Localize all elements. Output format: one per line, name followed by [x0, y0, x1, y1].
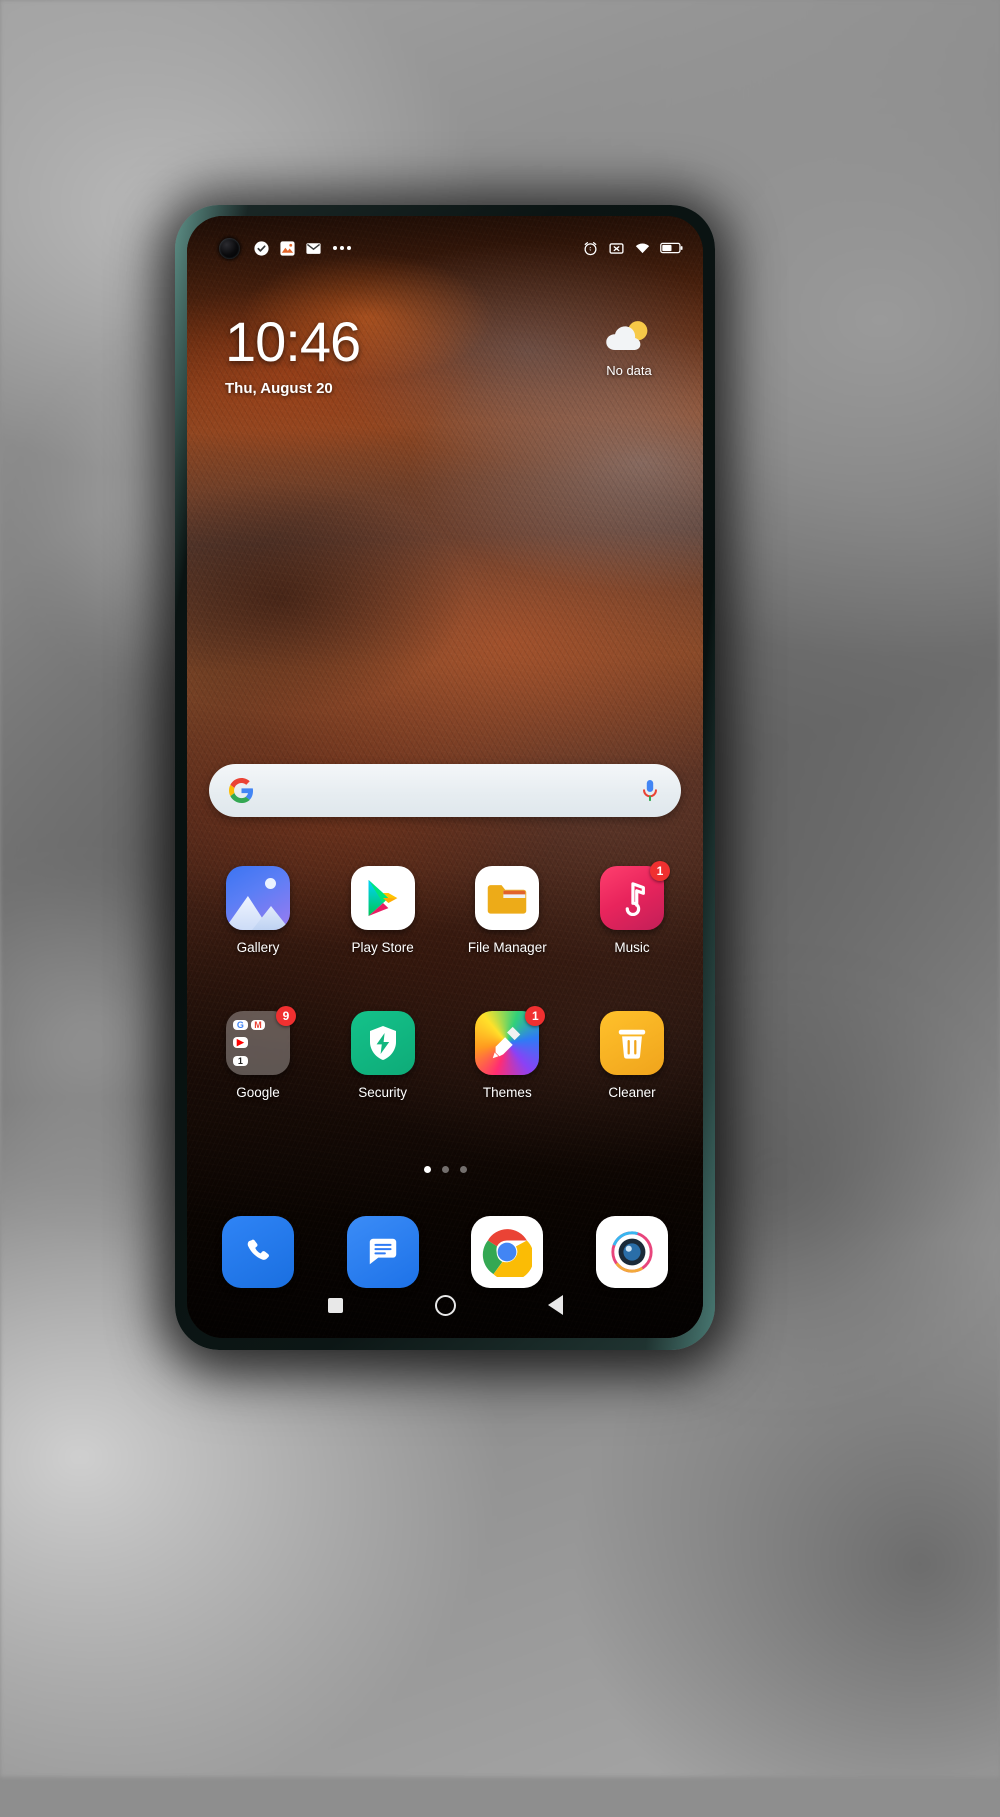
app-file-manager[interactable]: File Manager — [452, 866, 562, 955]
phone-screen[interactable]: 10:46 Thu, August 20 No data Gallery Pla… — [187, 216, 703, 1338]
circle-icon[interactable] — [434, 1294, 456, 1316]
wifi-icon — [635, 242, 650, 253]
status-bar-notifications[interactable] — [253, 240, 351, 257]
app-themes[interactable]: 1 Themes — [452, 1006, 562, 1100]
badge-count: 9 — [276, 1006, 296, 1026]
clock-time: 10:46 — [225, 310, 361, 373]
clock-date: Thu, August 20 — [225, 380, 333, 397]
dock — [203, 1216, 687, 1288]
app-icon-wrap[interactable] — [226, 866, 290, 930]
app-icon-wrap[interactable]: 1 — [475, 1006, 546, 1075]
google-search-bar[interactable] — [209, 764, 681, 817]
folder-mini-icon: ▶ — [233, 1037, 248, 1049]
dock-app-messages[interactable] — [328, 1216, 438, 1288]
dock-app-phone[interactable] — [203, 1216, 313, 1288]
file-manager-icon[interactable] — [475, 866, 540, 930]
app-label: Music — [614, 940, 650, 955]
app-icon-wrap[interactable]: 1 — [599, 861, 670, 930]
folder-mini-icon: 1 — [233, 1055, 248, 1066]
app-label: File Manager — [467, 940, 547, 955]
alarm-icon — [584, 241, 597, 255]
battery-icon — [660, 242, 683, 254]
checkmark-badge-icon — [254, 240, 269, 256]
app-icon-wrap[interactable] — [475, 866, 540, 930]
badge-count: 1 — [525, 1006, 546, 1026]
chrome-icon[interactable] — [471, 1216, 544, 1288]
app-music[interactable]: 1 Music — [577, 861, 687, 955]
phone-device: 10:46 Thu, August 20 No data Gallery Pla… — [175, 205, 715, 1350]
badge-count: 1 — [649, 861, 670, 881]
page-dot-active[interactable] — [423, 1166, 431, 1173]
gmail-icon — [306, 242, 321, 254]
page-dot[interactable] — [441, 1166, 449, 1173]
camera-icon[interactable] — [595, 1216, 668, 1288]
app-label: Play Store — [351, 940, 414, 955]
security-icon[interactable] — [350, 1011, 415, 1075]
app-gallery[interactable]: Gallery — [203, 866, 313, 955]
silent-mode-icon — [609, 242, 624, 254]
app-icon-wrap[interactable] — [350, 1011, 415, 1075]
app-label: Security — [358, 1085, 408, 1100]
dock-app-chrome[interactable] — [452, 1216, 562, 1288]
app-label: Themes — [482, 1085, 532, 1100]
app-grid-row-2: G M ▶ 1 9 Google Security 1 Themes Clean… — [203, 1006, 687, 1100]
app-icon-wrap[interactable] — [222, 1216, 294, 1288]
folder-mini-icon: M — [250, 1020, 266, 1031]
app-label: Gallery — [236, 940, 280, 955]
app-icon-wrap[interactable] — [471, 1216, 544, 1288]
folder-mini-icon: G — [233, 1020, 248, 1031]
app-icon-wrap[interactable] — [350, 866, 415, 930]
app-label: Google — [236, 1085, 280, 1100]
status-bar-system-icons[interactable] — [582, 240, 683, 257]
app-label: Cleaner — [608, 1085, 656, 1100]
google-g-icon — [229, 778, 254, 803]
app-folder-google[interactable]: G M ▶ 1 9 Google — [203, 1006, 313, 1100]
dock-app-camera[interactable] — [577, 1216, 687, 1288]
app-cleaner[interactable]: Cleaner — [577, 1011, 687, 1100]
status-bar[interactable] — [187, 234, 703, 262]
weather-status-label: No data — [606, 363, 652, 378]
messages-icon[interactable] — [346, 1216, 419, 1288]
sun-behind-cloud-icon — [606, 321, 648, 350]
app-icon-wrap[interactable]: G M ▶ 1 9 — [226, 1006, 296, 1075]
page-indicator[interactable] — [187, 1166, 703, 1173]
app-play-store[interactable]: Play Store — [328, 866, 438, 955]
app-icon-wrap[interactable] — [599, 1011, 664, 1075]
microphone-icon[interactable] — [639, 778, 661, 804]
page-dot[interactable] — [459, 1166, 467, 1173]
cleaner-icon[interactable] — [599, 1011, 664, 1075]
navigation-bar[interactable] — [187, 1286, 703, 1324]
app-icon-wrap[interactable] — [346, 1216, 419, 1288]
clock-widget[interactable]: 10:46 Thu, August 20 — [225, 310, 361, 398]
square-icon[interactable] — [327, 1297, 343, 1313]
gallery-icon[interactable] — [226, 866, 290, 930]
triangle-icon[interactable] — [547, 1295, 563, 1315]
app-icon-wrap[interactable] — [595, 1216, 668, 1288]
phone-icon[interactable] — [222, 1216, 294, 1288]
app-grid-row-1: Gallery Play Store File Manager 1 Music — [203, 861, 687, 955]
weather-widget[interactable]: No data — [579, 316, 679, 378]
play-store-icon[interactable] — [350, 866, 415, 930]
more-notifications-icon — [333, 246, 351, 250]
app-security[interactable]: Security — [328, 1011, 438, 1100]
photo-app-icon — [280, 240, 295, 256]
